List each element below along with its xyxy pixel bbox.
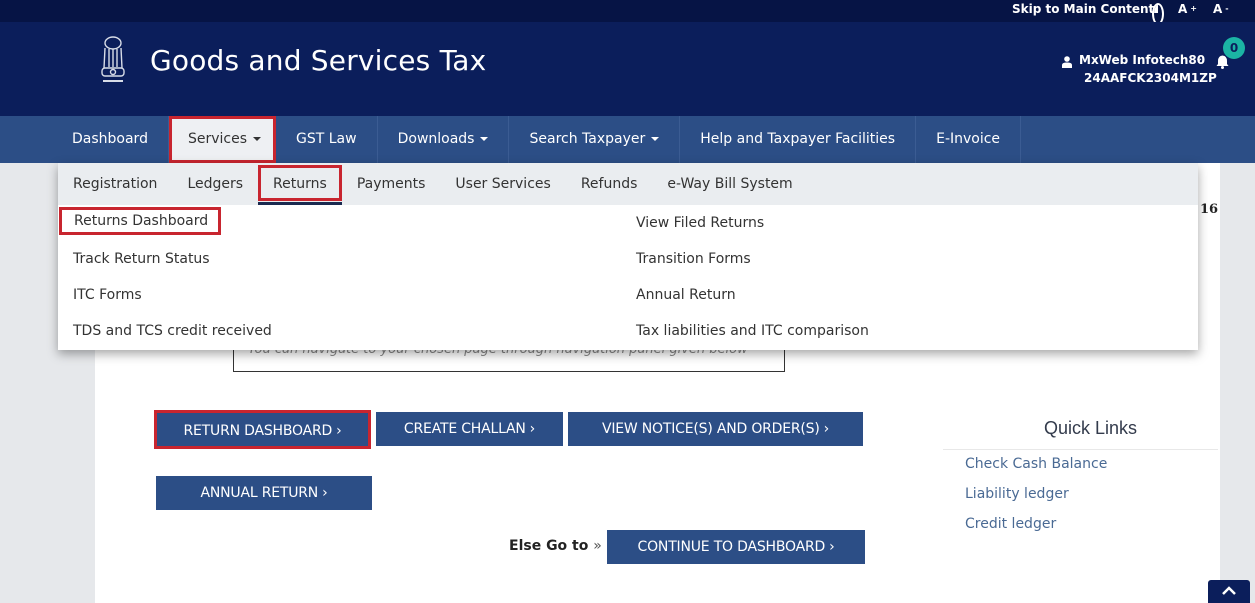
font-decrease-sup: - <box>1225 4 1229 13</box>
subnav-payments[interactable]: Payments <box>342 163 441 205</box>
continue-dashboard-label: CONTINUE TO DASHBOARD <box>637 539 826 555</box>
create-challan-label: CREATE CHALLAN <box>403 421 526 437</box>
chevron-down-icon[interactable]: ⌄ <box>1195 53 1203 64</box>
subnav-registration-label: Registration <box>73 176 158 192</box>
nav-e-invoice-label: E-Invoice <box>936 131 1001 147</box>
else-go-to-text: Else Go to <box>509 538 589 554</box>
return-dashboard-label: RETURN DASHBOARD <box>183 423 333 439</box>
double-chevron-icon: » <box>593 538 602 554</box>
caret-down-icon <box>480 137 489 141</box>
chevron-up-icon <box>1222 586 1236 595</box>
font-decrease-button[interactable]: A- <box>1213 0 1229 22</box>
nav-services[interactable]: Services <box>168 116 277 163</box>
chevron-right-icon: › <box>829 539 835 555</box>
quick-link-liability-ledger[interactable]: Liability ledger <box>965 486 1069 502</box>
highlight-box <box>258 165 342 201</box>
partial-number-text: 16 <box>1200 202 1219 217</box>
notification-count-badge[interactable]: 0 <box>1223 37 1245 59</box>
skip-to-main-content-link[interactable]: Skip to Main Content <box>1012 0 1154 22</box>
user-name-menu[interactable]: MxWeb Infotech80 <box>1079 53 1205 67</box>
view-notices-orders-button[interactable]: VIEW NOTICE(S) AND ORDER(S) › <box>568 412 863 446</box>
scroll-to-top-button[interactable] <box>1208 580 1250 603</box>
services-dropdown-menu: Registration Ledgers Returns Payments Us… <box>58 163 1198 350</box>
gstin-label: 24AAFCK2304M1ZP <box>1084 71 1217 85</box>
nav-gst-law[interactable]: GST Law <box>276 116 378 163</box>
top-utility-bar: Skip to Main Content A + A- <box>0 0 1255 25</box>
create-challan-button[interactable]: CREATE CHALLAN › <box>376 412 563 446</box>
subnav-refunds[interactable]: Refunds <box>566 163 653 205</box>
nav-dashboard[interactable]: Dashboard <box>56 116 169 163</box>
quick-link-check-cash-balance[interactable]: Check Cash Balance <box>965 456 1107 472</box>
annual-return-label: ANNUAL RETURN <box>200 485 319 501</box>
subnav-payments-label: Payments <box>356 176 426 192</box>
user-icon <box>1062 56 1072 68</box>
caret-down-icon <box>651 137 660 141</box>
else-go-to-label: Else Go to » <box>509 538 602 554</box>
subnav-ledgers[interactable]: Ledgers <box>172 163 258 205</box>
nav-services-label: Services <box>187 131 248 147</box>
quick-link-credit-ledger[interactable]: Credit ledger <box>965 516 1056 532</box>
menu-itc-forms[interactable]: ITC Forms <box>73 287 142 303</box>
chevron-right-icon: › <box>322 485 328 501</box>
site-title[interactable]: Goods and Services Tax <box>150 44 486 77</box>
caret-down-icon <box>253 137 262 141</box>
quick-links-divider <box>943 449 1218 450</box>
nav-gst-law-label: GST Law <box>296 131 357 147</box>
font-decrease-label: A <box>1213 2 1223 16</box>
quick-links-title: Quick Links <box>1044 418 1138 438</box>
chevron-right-icon: › <box>529 421 536 437</box>
national-emblem-icon[interactable] <box>94 34 132 86</box>
annual-return-button[interactable]: ANNUAL RETURN › <box>156 476 372 510</box>
subnav-registration[interactable]: Registration <box>58 163 172 205</box>
subnav-user-services[interactable]: User Services <box>440 163 565 205</box>
site-header: Goods and Services Tax MxWeb Infotech80 … <box>0 22 1255 114</box>
nav-help-taxpayer-facilities[interactable]: Help and Taxpayer Facilities <box>680 116 917 163</box>
nav-search-taxpayer-label: Search Taxpayer <box>529 131 646 147</box>
font-increase-button[interactable]: A + <box>1178 0 1197 22</box>
continue-to-dashboard-button[interactable]: CONTINUE TO DASHBOARD › <box>607 530 865 564</box>
menu-view-filed-returns[interactable]: View Filed Returns <box>636 215 764 231</box>
menu-track-return-status[interactable]: Track Return Status <box>73 251 210 267</box>
menu-tax-liabilities-itc[interactable]: Tax liabilities and ITC comparison <box>636 323 869 339</box>
main-navigation: Dashboard Services GST Law Downloads Sea… <box>0 114 1255 163</box>
menu-transition-forms[interactable]: Transition Forms <box>636 251 751 267</box>
subnav-refunds-label: Refunds <box>580 176 638 192</box>
nav-search-taxpayer[interactable]: Search Taxpayer <box>509 116 681 163</box>
subnav-eway-bill-label: e-Way Bill System <box>667 176 793 192</box>
subnav-returns[interactable]: Returns <box>258 163 342 205</box>
nav-downloads[interactable]: Downloads <box>378 116 510 163</box>
menu-annual-return[interactable]: Annual Return <box>636 287 736 303</box>
services-subnav: Registration Ledgers Returns Payments Us… <box>58 163 1198 205</box>
chevron-right-icon: › <box>823 421 830 437</box>
menu-tds-tcs-credit[interactable]: TDS and TCS credit received <box>73 323 272 339</box>
view-notices-label: VIEW NOTICE(S) AND ORDER(S) <box>601 421 820 437</box>
subnav-eway-bill[interactable]: e-Way Bill System <box>652 163 807 205</box>
menu-returns-dashboard[interactable]: Returns Dashboard <box>59 207 222 235</box>
font-increase-label: A <box>1178 2 1188 16</box>
nav-help-label: Help and Taxpayer Facilities <box>700 131 896 147</box>
chevron-right-icon: › <box>336 423 342 439</box>
subnav-ledgers-label: Ledgers <box>187 176 244 192</box>
nav-dashboard-label: Dashboard <box>72 131 148 147</box>
nav-e-invoice[interactable]: E-Invoice <box>916 116 1022 163</box>
font-increase-sup: + <box>1190 4 1197 13</box>
subnav-user-services-label: User Services <box>455 176 551 192</box>
nav-downloads-label: Downloads <box>397 131 475 147</box>
return-dashboard-button[interactable]: RETURN DASHBOARD › <box>154 410 371 449</box>
